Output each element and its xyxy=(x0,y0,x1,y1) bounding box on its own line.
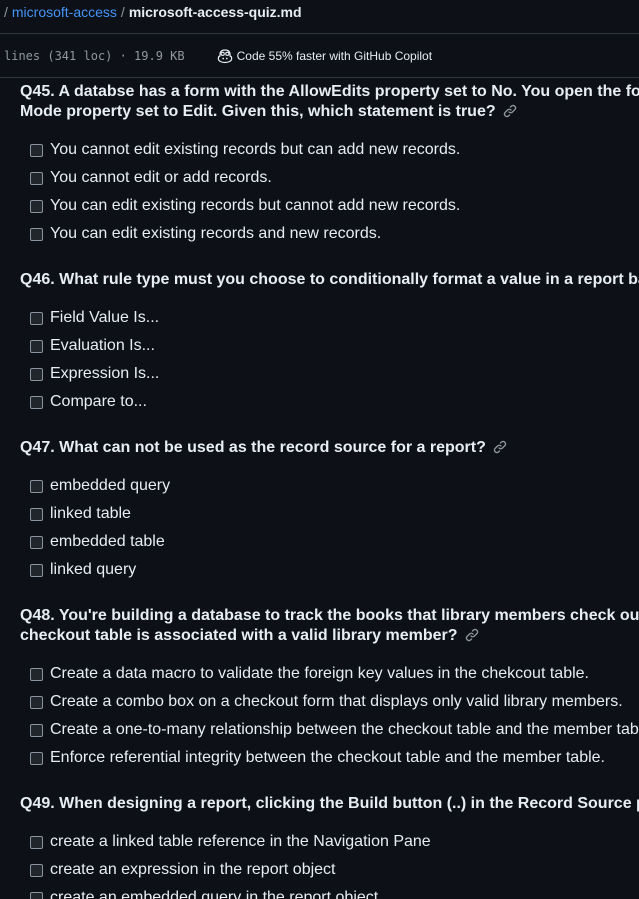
answer-option: Create a one-to-many relationship betwee… xyxy=(30,720,639,740)
question-heading: Q47. What can not be used as the record … xyxy=(20,438,639,458)
copilot-icon xyxy=(217,48,232,63)
copilot-link[interactable]: Code 55% faster with GitHub Copilot xyxy=(217,48,432,64)
answer-option: You cannot edit existing records but can… xyxy=(30,140,639,160)
option-checkbox[interactable] xyxy=(30,395,43,409)
question-heading: Q48. You're building a database to track… xyxy=(20,606,639,646)
link-icon[interactable] xyxy=(502,103,518,119)
answer-option: linked table xyxy=(30,504,639,524)
option-label: embedded query xyxy=(50,477,171,494)
option-label: Field Value Is... xyxy=(50,309,160,326)
answer-option: create an expression in the report objec… xyxy=(30,860,639,880)
option-checkbox[interactable] xyxy=(30,563,43,577)
option-label: Create a data macro to validate the fore… xyxy=(50,665,589,682)
question-heading: Q45. A databse has a form with the Allow… xyxy=(20,82,639,122)
option-checkbox[interactable] xyxy=(30,835,43,849)
option-label: You cannot edit or add records. xyxy=(50,169,272,186)
option-label: Evaluation Is... xyxy=(50,337,155,354)
markdown-body: Q45. A databse has a form with the Allow… xyxy=(0,78,639,899)
question-heading: Q46. What rule type must you choose to c… xyxy=(20,270,639,290)
option-checkbox[interactable] xyxy=(30,171,43,185)
breadcrumb: / microsoft-access / microsoft-access-quiz.… xyxy=(0,0,639,34)
option-checkbox[interactable] xyxy=(30,863,43,877)
option-checkbox[interactable] xyxy=(30,367,43,381)
answer-option: Evaluation Is... xyxy=(30,336,639,356)
option-checkbox[interactable] xyxy=(30,311,43,325)
answer-option: Create a data macro to validate the fore… xyxy=(30,664,639,684)
breadcrumb-file-name: microsoft-access-quiz.md xyxy=(128,4,302,20)
option-label: Compare to... xyxy=(50,393,147,410)
option-checkbox[interactable] xyxy=(30,695,43,709)
option-label: You can edit existing records but cannot… xyxy=(50,197,461,214)
answer-option: create a linked table reference in the N… xyxy=(30,832,639,852)
option-checkbox[interactable] xyxy=(30,667,43,681)
option-label: create an embedded query in the report o… xyxy=(50,889,379,899)
option-label: create an expression in the report objec… xyxy=(50,861,336,878)
answer-option: Enforce referential integrity between th… xyxy=(30,748,639,768)
breadcrumb-separator: / xyxy=(120,4,125,20)
question-text: Mode property set to Edit. Given this, w… xyxy=(20,103,496,120)
option-checkbox[interactable] xyxy=(30,507,43,521)
question-text: Q47. What can not be used as the record … xyxy=(20,439,486,456)
file-meta: lines (341 loc) · 19.9 KB xyxy=(4,48,185,63)
option-checkbox[interactable] xyxy=(30,339,43,353)
question-text: Q48. You're building a database to track… xyxy=(20,607,639,624)
file-info-bar: lines (341 loc) · 19.9 KB Code 55% faste… xyxy=(0,34,639,78)
link-icon[interactable] xyxy=(492,439,508,455)
answer-option: Compare to... xyxy=(30,392,639,412)
option-checkbox[interactable] xyxy=(30,199,43,213)
breadcrumb-separator: / xyxy=(4,4,8,20)
option-label: embedded table xyxy=(50,533,165,550)
question-text: Q46. What rule type must you choose to c… xyxy=(20,271,639,288)
option-label: Create a one-to-many relationship betwee… xyxy=(50,721,639,738)
option-checkbox[interactable] xyxy=(30,891,43,899)
option-checkbox[interactable] xyxy=(30,479,43,493)
option-checkbox[interactable] xyxy=(30,535,43,549)
breadcrumb-folder-link[interactable]: microsoft-access xyxy=(12,4,117,20)
option-label: Create a combo box on a checkout form th… xyxy=(50,693,623,710)
answer-option: Field Value Is... xyxy=(30,308,639,328)
option-label: Expression Is... xyxy=(50,365,160,382)
answer-option: You can edit existing records but cannot… xyxy=(30,196,639,216)
option-label: You cannot edit existing records but can… xyxy=(50,141,461,158)
option-label: linked query xyxy=(50,561,137,578)
answer-option: Create a combo box on a checkout form th… xyxy=(30,692,639,712)
question-text: checkout table is associated with a vali… xyxy=(20,627,458,644)
answer-option: Expression Is... xyxy=(30,364,639,384)
answer-option: create an embedded query in the report o… xyxy=(30,888,639,899)
question-heading: Q49. When designing a report, clicking t… xyxy=(20,794,639,814)
answer-option: embedded table xyxy=(30,532,639,552)
option-label: create a linked table reference in the N… xyxy=(50,833,431,850)
option-label: Enforce referential integrity between th… xyxy=(50,749,605,766)
answer-option: You can edit existing records and new re… xyxy=(30,224,639,244)
option-checkbox[interactable] xyxy=(30,723,43,737)
option-checkbox[interactable] xyxy=(30,227,43,241)
answer-option: You cannot edit or add records. xyxy=(30,168,639,188)
question-text: Q45. A databse has a form with the Allow… xyxy=(20,83,639,100)
question-text: Q49. When designing a report, clicking t… xyxy=(20,795,639,812)
option-checkbox[interactable] xyxy=(30,751,43,765)
answer-option: linked query xyxy=(30,560,639,580)
option-checkbox[interactable] xyxy=(30,143,43,157)
answer-option: embedded query xyxy=(30,476,639,496)
copilot-label: Code 55% faster with GitHub Copilot xyxy=(236,48,433,63)
option-label: linked table xyxy=(50,505,131,522)
option-label: You can edit existing records and new re… xyxy=(50,225,382,242)
link-icon[interactable] xyxy=(464,627,480,643)
